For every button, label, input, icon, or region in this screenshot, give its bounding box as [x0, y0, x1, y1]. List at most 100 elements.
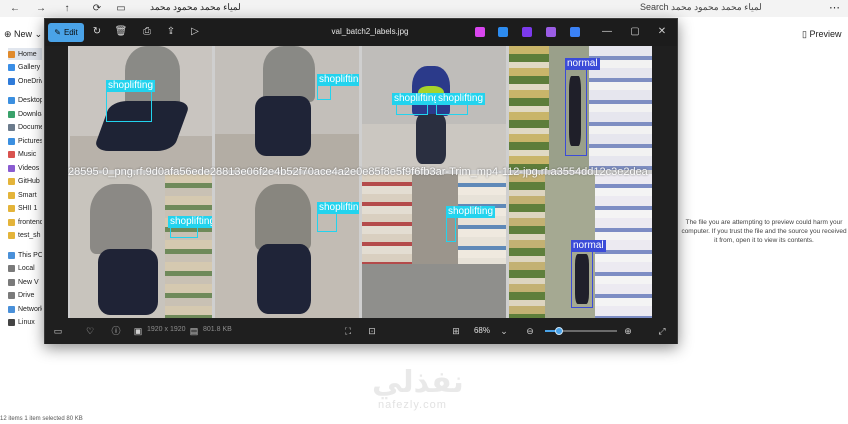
photos-window: ✎ Edit ↻ 🗑 ⎙ ⇪ ▷ val_batch2_labels.jpg —… — [44, 18, 678, 344]
sidebar-item-label: Videos — [18, 164, 40, 172]
zoom-slider[interactable] — [545, 327, 617, 335]
status-bar: 12 items 1 item selected 80 KB — [0, 416, 83, 422]
sidebar-item[interactable]: This PC — [8, 249, 42, 261]
sidebar-item[interactable]: Gallery — [8, 62, 42, 74]
shelf-shape — [165, 174, 212, 318]
filmstrip-icon[interactable]: ▭ — [51, 324, 65, 338]
close-icon[interactable]: ✕ — [652, 23, 672, 41]
search-input[interactable]: Search لمياء محمد محمود محمد — [640, 2, 762, 13]
designer-icon[interactable] — [498, 27, 508, 37]
image-tile: shoplifting — [70, 174, 212, 318]
image-tile: shoplifting — [70, 46, 212, 170]
preview-button[interactable]: ▯ Preview — [802, 29, 841, 40]
print-icon[interactable]: ⎙ — [139, 24, 155, 40]
person-shape — [255, 184, 311, 250]
chevron-down-icon[interactable]: ⌄ — [497, 324, 511, 338]
sidebar-item-label: frontend — [18, 218, 42, 226]
forward-icon[interactable]: → — [34, 2, 48, 15]
fit-to-window-icon[interactable]: ⛶ — [341, 324, 355, 338]
share-icon[interactable]: ⇪ — [163, 24, 179, 40]
zoom-in-icon[interactable]: ⊕ — [621, 324, 635, 338]
sidebar-item[interactable]: Network — [8, 303, 42, 315]
maximize-icon[interactable]: ▢ — [625, 23, 645, 41]
detection-label: normal — [571, 240, 606, 252]
expand-icon[interactable]: ⤢ — [655, 324, 669, 338]
clipchamp-icon[interactable] — [522, 27, 532, 37]
folder-icon — [8, 232, 15, 239]
sidebar-item[interactable]: Music — [8, 149, 42, 161]
sidebar-item[interactable]: Pictures — [8, 135, 42, 147]
new-button[interactable]: ⊕ New ⌄ — [4, 29, 42, 40]
file-size-icon: ▤ — [189, 326, 199, 336]
image-tile: shoplifting — [215, 174, 359, 318]
sidebar-item-label: Drive — [18, 292, 35, 299]
person-shape — [255, 96, 311, 156]
sidebar-item[interactable]: Videos — [8, 162, 42, 174]
sidebar-item[interactable]: frontend — [8, 216, 42, 228]
sidebar-item[interactable]: Linux — [8, 317, 42, 329]
sidebar-item[interactable]: Local — [8, 263, 42, 275]
folder-icon — [8, 64, 15, 71]
onenote-icon[interactable] — [546, 27, 556, 37]
minimize-icon[interactable]: — — [597, 23, 617, 41]
image-tile: shoplifting — [362, 174, 506, 318]
address-bar[interactable]: لمياء محمد محمود محمد — [150, 2, 241, 13]
monitor-icon[interactable]: ▭ — [114, 2, 128, 15]
sidebar-item[interactable]: New V — [8, 276, 42, 288]
sidebar-item-label: Smart — [18, 191, 37, 199]
watermark-url: nafezly.com — [378, 399, 447, 411]
zoom-out-icon[interactable]: ⊖ — [523, 324, 537, 338]
sidebar-item[interactable]: SHII 1 — [8, 203, 42, 215]
bounding-box — [317, 84, 331, 100]
image-canvas[interactable]: shoplifting shoplifting shoplifting shop… — [68, 46, 652, 318]
sidebar-item[interactable]: test_sh — [8, 230, 42, 242]
detection-label: shoplifting — [392, 93, 442, 105]
sidebar-item[interactable]: Home — [8, 48, 42, 60]
detection-label: shoplifting — [168, 216, 212, 228]
sidebar-item[interactable]: Drive — [8, 290, 42, 302]
edit-button[interactable]: ✎ Edit — [48, 23, 84, 42]
folder-icon — [8, 137, 15, 145]
copilot-icon[interactable] — [475, 27, 485, 37]
sidebar-item-label: Desktop — [18, 97, 42, 104]
info-icon[interactable]: ⓘ — [109, 324, 123, 338]
up-icon[interactable]: ↑ — [60, 2, 74, 15]
sidebar-item[interactable]: GitHub — [8, 176, 42, 188]
back-icon[interactable]: ← — [8, 2, 22, 15]
folder-icon — [8, 97, 15, 104]
zoom-level[interactable]: 68% — [469, 324, 495, 338]
refresh-icon[interactable]: ⟳ — [90, 2, 104, 15]
bounding-box — [317, 212, 337, 232]
rotate-icon[interactable]: ↻ — [89, 24, 105, 40]
delete-icon[interactable]: 🗑 — [113, 24, 129, 40]
sidebar-item[interactable]: Desktop — [8, 95, 42, 107]
sidebar-item[interactable]: OneDrive — [8, 75, 42, 87]
slideshow-icon[interactable]: ▷ — [187, 24, 203, 40]
sidebar-item[interactable]: Downloads — [8, 108, 42, 120]
photos-bottom-bar: ▭ ♡ ⓘ ▣ 1920 x 1920 ▤ 801.8 KB ⛶ ⊡ ⊞ 68%… — [45, 318, 677, 344]
person-shape — [98, 249, 158, 315]
person-shape — [257, 244, 311, 314]
sidebar-item-label: GitHub — [18, 178, 40, 185]
folder-icon — [8, 191, 15, 199]
detection-label: shoplifting — [436, 93, 486, 105]
bounding-box — [571, 250, 593, 308]
favorite-icon[interactable]: ♡ — [83, 324, 97, 338]
navigation-pane: Home Gallery OneDrive Desktop Downloads Docum… — [0, 48, 42, 348]
fullscreen-fit-icon[interactable]: ⊞ — [449, 324, 463, 338]
sidebar-item[interactable]: Documents — [8, 122, 42, 134]
image-tile: normal — [509, 46, 652, 170]
plus-icon: ⊕ — [4, 29, 15, 39]
zoom-slider-thumb[interactable] — [555, 327, 564, 335]
folder-icon — [8, 292, 15, 299]
folder-icon — [8, 50, 15, 58]
image-filename-caption: 28595-0_png.rf.9d0afa56ede28813e06f2e4b5… — [68, 166, 648, 178]
sidebar-item[interactable]: Smart — [8, 189, 42, 201]
folder-icon — [8, 124, 15, 131]
onedrive-icon[interactable] — [570, 27, 580, 37]
photos-titlebar: ✎ Edit ↻ 🗑 ⎙ ⇪ ▷ val_batch2_labels.jpg —… — [45, 19, 677, 46]
preview-warning-text: The file you are attempting to preview c… — [681, 219, 847, 244]
sidebar-item-label: test_sh — [18, 232, 41, 239]
more-options-icon[interactable]: ⋯ — [829, 1, 840, 14]
actual-size-icon[interactable]: ⊡ — [365, 324, 379, 338]
